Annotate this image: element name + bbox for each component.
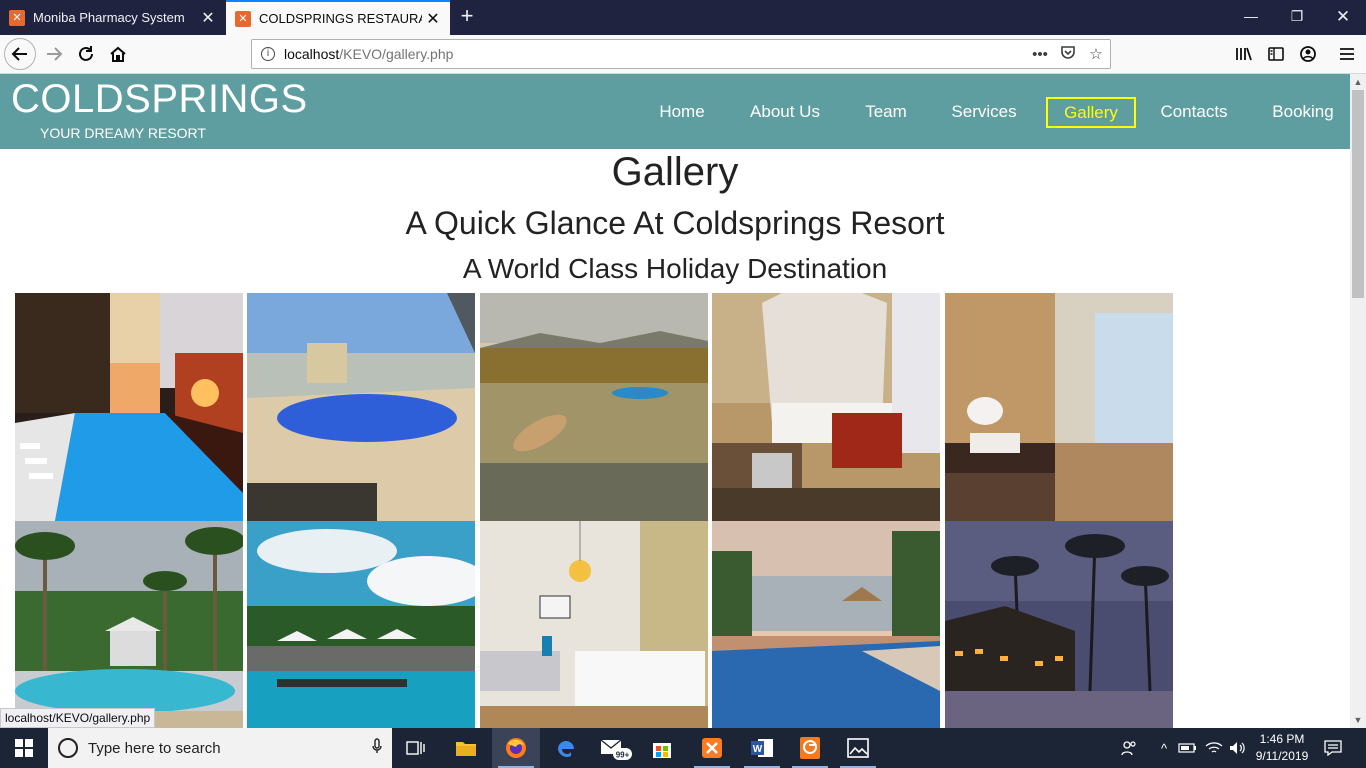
close-tab-icon[interactable]: ✕: [197, 8, 219, 28]
close-tab-icon[interactable]: ✕: [422, 9, 444, 29]
reload-icon: [79, 46, 93, 61]
xampp-favicon-icon: ✕: [235, 10, 251, 27]
word-icon[interactable]: W: [738, 728, 786, 768]
tab-moniba-pharmacy[interactable]: ✕ Moniba Pharmacy System ✕: [0, 0, 225, 35]
page-title: Gallery: [611, 150, 739, 194]
clock-time: 1:46 PM: [1259, 732, 1305, 746]
scroll-down-icon[interactable]: ▼: [1350, 712, 1366, 728]
nav-gallery[interactable]: Gallery: [1046, 97, 1136, 128]
svg-text:W: W: [753, 744, 763, 755]
windows-logo-icon: [15, 739, 33, 757]
system-clock[interactable]: 1:46 PM 9/11/2019: [1252, 731, 1312, 765]
bookmark-star-icon[interactable]: ☆: [1082, 45, 1110, 63]
url-path: /KEVO/gallery.php: [339, 46, 454, 62]
page-viewport: COLDSPRINGS YOUR DREAMY RESORT Home Abou…: [0, 74, 1350, 728]
cortana-icon: [58, 738, 78, 758]
gallery-photo-modern-bedroom[interactable]: [480, 521, 708, 728]
mail-icon[interactable]: 99+: [592, 728, 640, 768]
action-center-icon[interactable]: [1318, 728, 1348, 768]
page-scrollbar[interactable]: ▲ ▼: [1350, 74, 1366, 728]
restore-icon[interactable]: ❐: [1274, 0, 1320, 35]
site-brand[interactable]: COLDSPRINGS: [11, 77, 308, 122]
nav-about-us[interactable]: About Us: [744, 97, 826, 128]
photo-gallery: [15, 293, 1173, 728]
tab-title: COLDSPRINGS RESTAURANT: [259, 11, 422, 26]
gallery-photo-tropical-pool[interactable]: [15, 521, 243, 728]
task-view-icon[interactable]: [392, 728, 440, 768]
scroll-up-icon[interactable]: ▲: [1350, 74, 1366, 90]
site-info-icon[interactable]: i: [261, 47, 275, 61]
taskbar-search-box[interactable]: Type here to search: [48, 728, 392, 768]
tab-title: Moniba Pharmacy System: [33, 10, 185, 25]
volume-icon[interactable]: [1226, 728, 1250, 768]
gallery-photo-night-resort[interactable]: [945, 521, 1173, 728]
menu-hamburger-icon[interactable]: [1332, 39, 1362, 69]
address-bar[interactable]: i localhost/KEVO/gallery.php ••• ☆: [251, 39, 1111, 69]
people-icon[interactable]: [1116, 728, 1142, 768]
page-subtitle: A Quick Glance At Coldsprings Resort: [405, 205, 945, 241]
link-status-url: localhost/KEVO/gallery.php: [0, 708, 156, 728]
nav-contacts[interactable]: Contacts: [1156, 97, 1232, 128]
gallery-photo-lake-boats[interactable]: [480, 293, 708, 521]
gallery-photo-umbrella-pool[interactable]: [247, 521, 475, 728]
library-icon[interactable]: [1229, 39, 1259, 69]
tab-coldsprings[interactable]: ✕ COLDSPRINGS RESTAURANT ✕: [226, 0, 450, 35]
page-actions-icon[interactable]: •••: [1026, 46, 1054, 63]
search-placeholder: Type here to search: [88, 739, 221, 757]
site-header: COLDSPRINGS YOUR DREAMY RESORT Home Abou…: [0, 74, 1350, 149]
forward-arrow-icon: [47, 47, 63, 61]
back-button[interactable]: [4, 38, 36, 70]
nav-booking[interactable]: Booking: [1266, 97, 1340, 128]
show-hidden-icons-chevron-icon[interactable]: ^: [1154, 728, 1174, 768]
windows-taskbar: Type here to search 99+ W ^ 1:46 PM 9/11…: [0, 728, 1366, 768]
nav-services[interactable]: Services: [946, 97, 1022, 128]
start-button[interactable]: [0, 728, 48, 768]
page-tagline: A World Class Holiday Destination: [462, 253, 888, 284]
ppt-viewer-icon[interactable]: [786, 728, 834, 768]
xampp-favicon-icon: ✕: [9, 9, 25, 26]
nav-home[interactable]: Home: [650, 97, 714, 128]
minimize-icon[interactable]: —: [1228, 0, 1274, 35]
account-icon[interactable]: [1293, 39, 1323, 69]
xampp-icon[interactable]: [688, 728, 736, 768]
url-host: localhost: [284, 46, 340, 62]
mail-badge: 99+: [616, 751, 630, 760]
wifi-icon[interactable]: [1202, 728, 1226, 768]
new-tab-button[interactable]: +: [454, 4, 480, 30]
home-icon: [110, 46, 126, 62]
clock-date: 9/11/2019: [1255, 749, 1309, 763]
firefox-icon[interactable]: [492, 728, 540, 768]
gallery-photo-bathroom[interactable]: [945, 293, 1173, 521]
microphone-icon[interactable]: [362, 738, 392, 758]
edge-icon[interactable]: [542, 728, 590, 768]
store-icon[interactable]: [638, 728, 686, 768]
browser-nav-bar: i localhost/KEVO/gallery.php ••• ☆: [0, 35, 1366, 74]
photos-icon[interactable]: [834, 728, 882, 768]
browser-tab-strip: ✕ Moniba Pharmacy System ✕ ✕ COLDSPRINGS…: [0, 0, 1366, 35]
gallery-photo-rooftop-pool[interactable]: [247, 293, 475, 521]
gallery-photo-lakeside-pool[interactable]: [712, 521, 940, 728]
window-close-icon[interactable]: ✕: [1320, 0, 1366, 35]
back-arrow-icon: [11, 47, 27, 61]
gallery-photo-canopy-bedroom[interactable]: [712, 293, 940, 521]
home-button[interactable]: [103, 39, 133, 69]
scrollbar-thumb[interactable]: [1352, 90, 1364, 298]
nav-team[interactable]: Team: [856, 97, 916, 128]
sidebar-icon[interactable]: [1261, 39, 1291, 69]
gallery-photo-city-pool[interactable]: [15, 293, 243, 521]
pocket-icon[interactable]: [1054, 44, 1082, 64]
forward-button[interactable]: [39, 39, 69, 69]
site-tagline: YOUR DREAMY RESORT: [40, 125, 206, 141]
battery-icon[interactable]: [1176, 728, 1200, 768]
reload-button[interactable]: [71, 39, 101, 69]
url-text[interactable]: localhost/KEVO/gallery.php: [284, 46, 1026, 62]
file-explorer-icon[interactable]: [442, 728, 490, 768]
